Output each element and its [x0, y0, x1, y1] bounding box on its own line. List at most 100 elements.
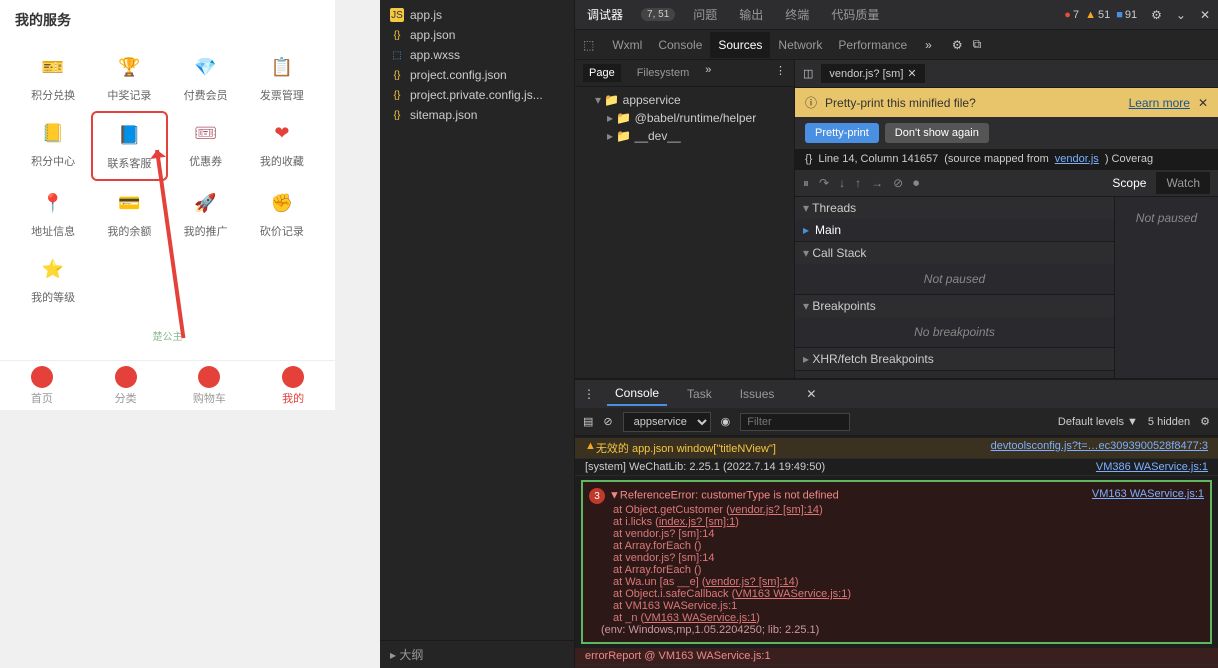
editor-tab[interactable]: vendor.js? [sm] ✕ — [821, 64, 924, 83]
service-优惠券[interactable]: 🎟优惠券 — [168, 111, 244, 181]
nav-icon[interactable]: ◫ — [803, 67, 813, 80]
step-out-icon[interactable]: ↑ — [855, 176, 861, 190]
service-积分中心[interactable]: 📒积分中心 — [15, 111, 91, 181]
subtab-network[interactable]: Network — [770, 32, 830, 58]
breakpoints-section[interactable]: Breakpoints — [795, 295, 1114, 317]
threads-section[interactable]: Threads — [795, 197, 1114, 219]
file-app.wxss[interactable]: ⬚app.wxss — [380, 45, 574, 65]
nav-icon — [198, 366, 220, 388]
tree-item[interactable]: 📁 __dev__ — [583, 127, 786, 145]
service-icon: ❤ — [268, 119, 296, 147]
file-app.js[interactable]: JSapp.js — [380, 5, 574, 25]
tab-quality[interactable]: 代码质量 — [827, 6, 883, 23]
subtab-sources[interactable]: Sources — [710, 32, 770, 58]
subtab-performance[interactable]: Performance — [830, 32, 915, 58]
service-icon: 💎 — [192, 53, 220, 81]
footer-logo: 楚公主 — [0, 328, 335, 343]
pretty-print-button[interactable]: Pretty-print — [805, 123, 879, 143]
file-sitemap.json[interactable]: {}sitemap.json — [380, 105, 574, 125]
pause-icon[interactable]: ⏸ — [803, 176, 809, 191]
service-地址信息[interactable]: 📍地址信息 — [15, 181, 91, 247]
step-into-icon[interactable]: ↓ — [839, 176, 845, 190]
eye-icon[interactable]: ◉ — [721, 415, 731, 428]
scope-tab[interactable]: Scope — [1102, 172, 1156, 194]
service-label: 中奖记录 — [107, 87, 151, 103]
file-project.private.config.js...[interactable]: {}project.private.config.js... — [380, 85, 574, 105]
chevron-down-icon[interactable]: ⌄ — [1176, 8, 1186, 22]
source-link[interactable]: VM163 WAService.js:1 — [1092, 488, 1204, 500]
stack-link[interactable]: VM163 WAService.js:1 — [644, 612, 756, 624]
service-我的等级[interactable]: ⭐我的等级 — [15, 247, 91, 313]
stack-link[interactable]: vendor.js? [sm]:14 — [706, 576, 795, 588]
menu-icon[interactable]: ⋮ — [583, 387, 595, 401]
service-积分兑换[interactable]: 🎫积分兑换 — [15, 45, 91, 111]
callstack-section[interactable]: Call Stack — [795, 242, 1114, 264]
subtab-console[interactable]: Console — [650, 32, 710, 58]
learn-more-link[interactable]: Learn more — [1129, 96, 1190, 110]
sidebar-toggle-icon[interactable]: ▤ — [583, 415, 593, 428]
service-icon: 🎟 — [192, 119, 220, 147]
nav-我的[interactable]: 我的 — [251, 361, 335, 410]
service-付费会员[interactable]: 💎付费会员 — [168, 45, 244, 111]
file-project.config.json[interactable]: {}project.config.json — [380, 65, 574, 85]
nav-首页[interactable]: 首页 — [0, 361, 84, 410]
stack-link[interactable]: vendor.js? [sm]:14 — [730, 504, 819, 516]
service-发票管理[interactable]: 📋发票管理 — [244, 45, 320, 111]
service-我的余额[interactable]: 💳我的余额 — [91, 181, 167, 247]
step-icon[interactable]: → — [871, 176, 883, 190]
source-link[interactable]: VM386 WAService.js:1 — [1096, 461, 1208, 473]
issues-tab[interactable]: Issues — [732, 383, 783, 405]
tab-output[interactable]: 输出 — [735, 6, 767, 23]
subtab-wxml[interactable]: Wxml — [604, 32, 650, 58]
tree-root[interactable]: 📁 appservice — [583, 91, 786, 109]
close-icon[interactable]: ✕ — [806, 387, 816, 401]
more-tabs-icon[interactable]: » — [925, 38, 932, 52]
levels-select[interactable]: Default levels ▼ — [1058, 416, 1138, 428]
dont-show-button[interactable]: Don't show again — [885, 123, 989, 143]
deactivate-bp-icon[interactable]: ⊘ — [893, 176, 903, 190]
service-我的收藏[interactable]: ❤我的收藏 — [244, 111, 320, 181]
tab-terminal[interactable]: 终端 — [781, 6, 813, 23]
inspect-icon[interactable]: ⬚ — [583, 38, 594, 52]
service-砍价记录[interactable]: ✊砍价记录 — [244, 181, 320, 247]
close-icon[interactable]: ✕ — [907, 67, 916, 80]
close-icon[interactable]: ✕ — [1198, 96, 1208, 110]
source-map-link[interactable]: vendor.js — [1055, 153, 1099, 165]
close-icon[interactable]: ✕ — [1200, 8, 1210, 22]
console-tab[interactable]: Console — [607, 382, 667, 406]
gear-icon[interactable]: ⚙ — [1151, 8, 1162, 22]
filesystem-tab[interactable]: Filesystem — [631, 64, 696, 82]
step-over-icon[interactable]: ↷ — [819, 176, 829, 190]
pause-exc-icon[interactable]: ⏺ — [913, 176, 919, 191]
service-label: 砍价记录 — [260, 223, 304, 239]
scope-body: Not paused — [1115, 197, 1218, 378]
gear-icon[interactable]: ⚙ — [952, 38, 963, 52]
source-link[interactable]: devtoolsconfig.js?t=…ec3093900528f8477:3 — [991, 440, 1208, 456]
tab-debugger[interactable]: 调试器 — [583, 6, 627, 23]
gear-icon[interactable]: ⚙ — [1200, 415, 1210, 428]
context-select[interactable]: appservice — [623, 412, 711, 432]
warn-badges: 7 51 91 — [1064, 9, 1137, 21]
tab-problems[interactable]: 问题 — [689, 6, 721, 23]
tree-item[interactable]: 📁 @babel/runtime/helper — [583, 109, 786, 127]
page-tab[interactable]: Page — [583, 64, 621, 82]
info-icon: ⓘ — [805, 94, 817, 111]
task-tab[interactable]: Task — [679, 383, 720, 405]
watch-tab[interactable]: Watch — [1156, 172, 1210, 194]
main-thread[interactable]: Main — [795, 219, 1114, 241]
service-我的推广[interactable]: 🚀我的推广 — [168, 181, 244, 247]
stack-link[interactable]: index.js? [sm]:1 — [659, 516, 735, 528]
service-中奖记录[interactable]: 🏆中奖记录 — [91, 45, 167, 111]
more-icon[interactable]: » — [705, 64, 711, 82]
filter-input[interactable] — [740, 413, 850, 431]
stack-link[interactable]: VM163 WAService.js:1 — [735, 588, 847, 600]
xhr-section[interactable]: XHR/fetch Breakpoints — [795, 348, 1114, 370]
dock-icon[interactable]: ⧉ — [973, 37, 982, 52]
file-app.json[interactable]: {}app.json — [380, 25, 574, 45]
outline-header[interactable]: ▸ 大纲 — [380, 640, 574, 668]
menu-icon[interactable]: ⋮ — [775, 64, 786, 82]
clear-icon[interactable]: ⊘ — [603, 415, 612, 428]
service-icon: 📒 — [39, 119, 67, 147]
nav-分类[interactable]: 分类 — [84, 361, 168, 410]
nav-购物车[interactable]: 购物车 — [168, 361, 252, 410]
